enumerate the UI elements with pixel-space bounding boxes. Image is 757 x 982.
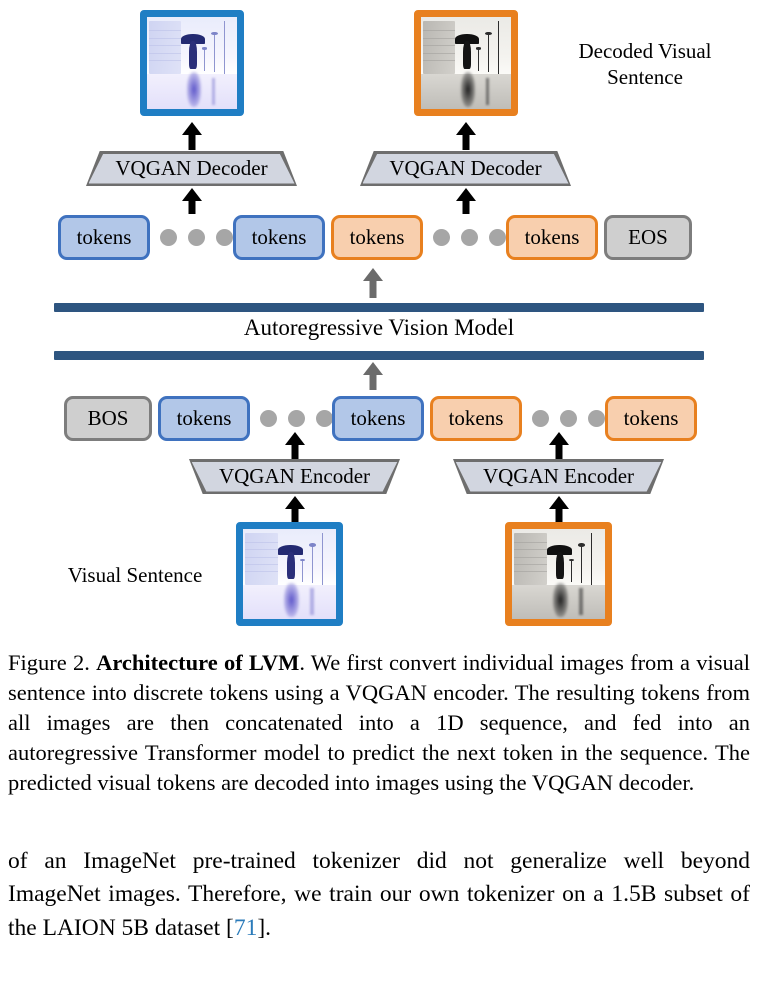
token-label: tokens bbox=[76, 225, 132, 249]
bos-token[interactable]: BOS bbox=[64, 396, 152, 441]
body-text-part-2: ]. bbox=[257, 914, 272, 941]
autoregressive-vision-model-label: Autoregressive Vision Model bbox=[243, 315, 515, 340]
ellipsis-dots-output-orange bbox=[433, 229, 506, 246]
input-image-right bbox=[505, 522, 612, 626]
vqgan-encoder-right[interactable]: VQGAN Encoder bbox=[453, 459, 664, 494]
caption-prefix: Figure 2. bbox=[8, 650, 97, 675]
token-label: tokens bbox=[251, 225, 307, 249]
vqgan-decoder-left-label: VQGAN Decoder bbox=[88, 153, 295, 184]
scene-graphic bbox=[512, 529, 605, 619]
scene-graphic bbox=[421, 17, 511, 109]
ellipsis-dots-input-orange bbox=[532, 410, 605, 427]
ellipsis-dots-output-blue bbox=[160, 229, 233, 246]
output-token-4[interactable]: tokens bbox=[506, 215, 598, 260]
decoded-label-line-1: Decoded Visual bbox=[578, 39, 712, 63]
ellipsis-dots-input-blue bbox=[260, 410, 333, 427]
arrow-model-to-tokens bbox=[362, 268, 384, 298]
token-label: tokens bbox=[176, 406, 232, 430]
decoded-image-right bbox=[414, 10, 518, 116]
output-token-2[interactable]: tokens bbox=[233, 215, 325, 260]
arrow-tokens-to-model bbox=[362, 362, 384, 390]
figure-caption: Figure 2. Architecture of LVM. We first … bbox=[8, 648, 750, 798]
arrow-encoder-to-tokens-right bbox=[549, 432, 569, 460]
output-token-3[interactable]: tokens bbox=[331, 215, 423, 260]
decoded-label-line-2: Sentence bbox=[607, 65, 683, 90]
scene-graphic bbox=[147, 17, 237, 109]
model-bar-top bbox=[54, 303, 704, 312]
arrow-image-to-encoder-left bbox=[285, 496, 305, 522]
token-label: tokens bbox=[350, 406, 406, 430]
token-label: tokens bbox=[524, 225, 580, 249]
body-paragraph: of an ImageNet pre-trained tokenizer did… bbox=[8, 845, 750, 945]
token-label: tokens bbox=[448, 406, 504, 430]
arrow-decoder-to-image-right bbox=[456, 122, 476, 150]
decoded-image-left bbox=[140, 10, 244, 116]
vqgan-decoder-left[interactable]: VQGAN Decoder bbox=[86, 151, 297, 186]
token-label: EOS bbox=[628, 225, 668, 249]
input-token-4[interactable]: tokens bbox=[605, 396, 697, 441]
input-token-2[interactable]: tokens bbox=[332, 396, 424, 441]
arrow-encoder-to-tokens-left bbox=[285, 432, 305, 460]
arrow-image-to-encoder-right bbox=[549, 496, 569, 522]
input-image-left bbox=[236, 522, 343, 626]
arrow-tokens-to-decoder-left bbox=[182, 188, 202, 214]
arrow-tokens-to-decoder-right bbox=[456, 188, 476, 214]
scene-graphic bbox=[243, 529, 336, 619]
visual-sentence-label: Visual Sentence bbox=[67, 563, 203, 587]
vqgan-decoder-right-label: VQGAN Decoder bbox=[362, 153, 569, 184]
vqgan-decoder-right[interactable]: VQGAN Decoder bbox=[360, 151, 571, 186]
output-token-1[interactable]: tokens bbox=[58, 215, 150, 260]
token-label: tokens bbox=[349, 225, 405, 249]
model-bar-bottom bbox=[54, 351, 704, 360]
token-label: BOS bbox=[87, 406, 129, 430]
body-text-part-1: of an ImageNet pre-trained tokenizer did… bbox=[8, 848, 750, 941]
vqgan-encoder-left[interactable]: VQGAN Encoder bbox=[189, 459, 400, 494]
token-label: tokens bbox=[623, 406, 679, 430]
arrow-decoder-to-image-left bbox=[182, 122, 202, 150]
figure-architecture-of-lvm: Decoded Visual Sentence VQGAN Decoder VQ… bbox=[0, 0, 757, 640]
eos-token[interactable]: EOS bbox=[604, 215, 692, 260]
vqgan-encoder-left-label: VQGAN Encoder bbox=[191, 461, 398, 492]
input-token-3[interactable]: tokens bbox=[430, 396, 522, 441]
decoded-visual-sentence-label: Decoded Visual Sentence bbox=[540, 38, 750, 91]
input-token-1[interactable]: tokens bbox=[158, 396, 250, 441]
vqgan-encoder-right-label: VQGAN Encoder bbox=[455, 461, 662, 492]
caption-bold-title: Architecture of LVM bbox=[96, 650, 300, 675]
citation-link-71[interactable]: 71 bbox=[234, 915, 258, 941]
